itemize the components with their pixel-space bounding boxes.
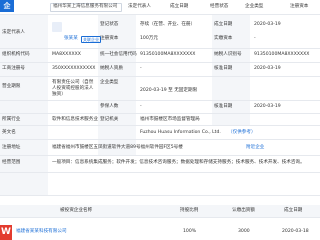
company-type-value: 有限责任公司（自然人投资或控股的法人独资） (52, 80, 94, 97)
legal-rep-name[interactable]: 张某某 (64, 36, 78, 42)
english-name-label: 英文名 (2, 130, 16, 135)
reg-status-label: 登记状态 (100, 22, 119, 27)
col-header-3: 经营状态 (210, 4, 229, 9)
org-code-label: 组织机构代码 (2, 52, 30, 57)
reg-address-value: 福建省福州市鼓楼区五凤街道软件大道89号福州软件园F区5号楼 (52, 145, 183, 150)
est-date-value: 2020-03-19 (254, 22, 281, 27)
nearby-companies-link[interactable]: 附近企业 (246, 145, 264, 151)
reg-address-label: 注册地址 (2, 145, 21, 150)
est-date-label: 成立日期 (214, 22, 233, 27)
insured-count-label: 参保人数 (100, 104, 119, 109)
invested-pct: 100% (183, 229, 197, 234)
invested-company-name[interactable]: 福建省某某科技有限公司 (16, 229, 67, 235)
org-code-value: MA8XXXXXX (52, 52, 81, 57)
company-name: 福州华某上海信息服务有限公司 (53, 4, 118, 9)
reg-authority-value: 福州市鼓楼区市场监督管理局 (140, 117, 200, 122)
label-col-bg-1 (0, 15, 48, 195)
legal-rep-label: 法定代表人 (2, 30, 25, 35)
insured-count-value: - (140, 104, 142, 109)
company-search-box[interactable]: 福州华某上海信息服务有限公司 (50, 3, 122, 12)
credit-code-label: 统一社会信用代码 (100, 52, 137, 57)
reg-status-value: 存续（在营、开业、在册） (140, 22, 196, 27)
invested-amount: 3000 (238, 229, 250, 234)
paid-capital-label: 实缴资本 (214, 36, 233, 41)
reg-capital-label: 注册资本 (100, 36, 119, 41)
english-name-note[interactable]: （仅供参考） (228, 130, 256, 136)
invest-col-date: 成立日期 (284, 208, 303, 213)
biz-scope-label: 经营范围 (2, 160, 21, 165)
invested-date: 2020-03-18 (282, 229, 309, 234)
approve-date2-value: 2020-03-19 (254, 104, 281, 109)
invest-col-name: 被投资企业名称 (60, 208, 93, 213)
taxpayer-id-label: 纳税人识别号 (214, 52, 242, 57)
company-type-label: 企业类型 (100, 80, 119, 85)
industry-value: 软件和信息技术服务业 (52, 117, 98, 122)
col-header-1: 法定代表人 (128, 4, 151, 9)
col-header-4: 企业类型 (245, 4, 264, 9)
approve-date-value: 2020-03-19 (254, 66, 281, 71)
credit-code-value: 91350100MA8XXXXXXX (140, 52, 196, 57)
approve-date-label: 核准日期 (214, 66, 233, 71)
reg-authority-label: 登记机关 (100, 117, 119, 122)
top-bar (0, 0, 320, 14)
col-header-5: 注册资本 (290, 4, 309, 9)
invest-col-pct: 持股比例 (180, 208, 199, 213)
reg-capital-value: 100万元 (140, 36, 158, 41)
approve-date2-label: 核准日期 (214, 104, 233, 109)
biz-term-label: 营业期限 (2, 84, 21, 89)
english-name-value: Fuzhou Huasu Information Co., Ltd. (140, 130, 221, 135)
taxpayer-id-value: 91350100MA8XXXXXXX (254, 52, 310, 57)
paid-capital-value: - (254, 36, 256, 41)
industry-label: 所属行业 (2, 117, 21, 122)
avatar (52, 22, 62, 32)
invest-header-bg (0, 205, 320, 217)
biz-term-value: 2020-03-19 至 无固定期限 (140, 88, 198, 93)
biz-reg-no-value: 350XXXXXXXXXXX (52, 66, 96, 71)
biz-scope-value: 一般项目：信息系统集成服务；软件开发；信息技术咨询服务；数据处理和存储支持服务；… (52, 160, 305, 165)
taxpayer-qual-label: 纳税人资质 (100, 66, 123, 71)
biz-reg-no-label: 工商注册号 (2, 66, 25, 71)
invested-company-logo: W (0, 225, 12, 240)
brand-logo: 企 (0, 0, 14, 12)
invest-col-amount: 认缴出资额 (232, 208, 255, 213)
col-header-2: 成立日期 (170, 4, 189, 9)
taxpayer-qual-value: - (140, 66, 142, 71)
related-company-badge[interactable]: 关联企业 (81, 36, 101, 43)
